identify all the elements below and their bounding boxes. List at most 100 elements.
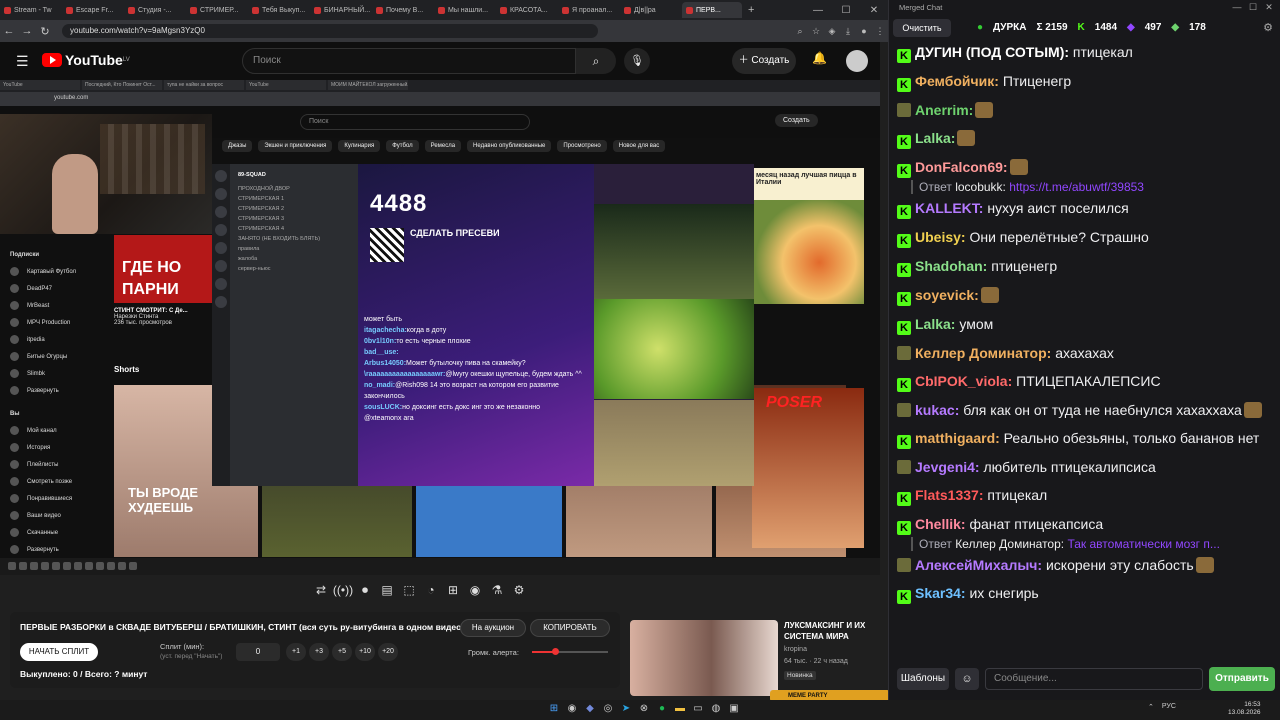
settings-icon[interactable]: ⚙ [1263,21,1273,34]
volume-slider[interactable] [532,648,608,655]
message-input[interactable]: Сообщение... [985,668,1203,690]
search-input[interactable]: Поиск [242,48,576,74]
url-field[interactable]: youtube.com/watch?v=9aMgsn3YzQ0 [62,24,598,38]
browser-tab[interactable]: Stream - Tw [0,2,60,18]
browser-tab[interactable]: Escape Fr... [62,2,122,18]
xbox-icon[interactable]: ⊗ [635,703,653,714]
emoji-button[interactable]: ☺ [955,668,979,690]
browser-tab[interactable]: Я проанал... [558,2,618,18]
chat-username[interactable]: ДУГИН (ПОД СОТЫМ): [915,44,1069,60]
increment-button[interactable]: +20 [378,643,398,661]
browser-tab[interactable]: Тебя Выкуп... [248,2,308,18]
avatar[interactable] [846,50,868,72]
recommended-title[interactable]: ЛУКСМАКСИНГ И ИХ СИСТЕМА МИРА [784,620,880,642]
chat-username[interactable]: Shadohan: [915,258,987,274]
start-split-button[interactable]: НАЧАТЬ СПЛИТ [20,643,98,661]
browser-tab[interactable]: БИНАРНЫЙ... [310,2,370,18]
reply-text[interactable]: Так автоматически мозг п... [1067,537,1219,551]
chat-username[interactable]: Flats1337: [915,487,983,503]
increment-button[interactable]: +5 [332,643,352,661]
maximize-icon[interactable]: ☐ [1245,2,1261,13]
broadcast-icon[interactable]: ((•)) [332,583,354,598]
increment-button[interactable]: +3 [309,643,329,661]
search-button[interactable]: ⌕ [576,48,616,74]
profile-icon[interactable]: ● [856,26,872,36]
copy-button[interactable]: КОПИРОВАТЬ [530,619,610,637]
chat-username[interactable]: Lalka: [915,130,955,146]
create-button[interactable]: ＋ Создать [732,48,796,74]
close-icon[interactable]: ✕ [860,5,888,16]
chrome-icon[interactable]: ◉ [563,703,581,714]
back-icon[interactable]: ← [0,25,18,37]
increment-button[interactable]: +10 [355,643,375,661]
bell-icon[interactable]: 🔔 [812,51,827,65]
gear-icon[interactable]: ⚙ [508,583,530,598]
increment-button[interactable]: +1 [286,643,306,661]
browser-tab[interactable]: Мы нашли... [434,2,494,18]
browser-tab[interactable]: ПЕРВ... [682,2,742,18]
maximize-icon[interactable]: ☐ [832,5,860,16]
auction-button[interactable]: На аукцион [460,619,526,637]
mic-button[interactable]: 🎙 [624,48,650,74]
minimize-icon[interactable]: — [804,5,832,16]
stream-video[interactable]: YouTube Последний, Кто Покинет Ост... тупа… [0,80,880,575]
recommended-video[interactable]: ЛУКСМАКСИНГ И ИХ СИСТЕМА МИРА kropina 64… [630,620,880,696]
obs-icon[interactable]: ◍ [707,703,725,714]
spotify-icon[interactable]: ● [653,703,671,714]
crop-icon[interactable]: ⬚ [398,583,420,598]
chat-username[interactable]: kukac: [915,402,959,418]
flask-icon[interactable]: ⚗ [486,583,508,598]
clear-button[interactable]: Очистить [893,19,951,37]
app-icon[interactable]: ▣ [725,703,743,714]
browser-tab[interactable]: Д|в||ра [620,2,680,18]
speed-icon[interactable]: ◔ [420,583,442,598]
chat-username[interactable]: CbIPOK_viola: [915,373,1012,389]
clapper-icon[interactable]: ▤ [376,583,398,598]
volume-knob[interactable] [551,648,559,655]
chat-username[interactable]: Ubeisy: [915,229,966,245]
chat-username[interactable]: soyevick: [915,287,979,303]
minimize-icon[interactable]: — [1229,2,1245,13]
chat-username[interactable]: matthigaard: [915,430,1000,446]
chat-username[interactable]: KALLEKT: [915,200,983,216]
explorer-icon[interactable]: ▬ [671,703,689,714]
youtube-logo[interactable]: YouTube LV [42,52,130,68]
extension-icon[interactable]: ◈ [824,26,840,37]
chat-username[interactable]: DonFalcon69: [915,159,1008,175]
browser-tab[interactable]: КРАСОТА... [496,2,556,18]
new-tab-icon[interactable]: + [748,4,754,16]
discord-icon[interactable]: ◆ [581,703,599,714]
chat-username[interactable]: Skar34: [915,585,966,601]
zoom-icon[interactable]: ⌕ [792,26,808,37]
windows-icon[interactable]: ⊞ [545,703,563,714]
chat-username[interactable]: Lalka: [915,316,955,332]
download-icon[interactable]: ⤓ [840,26,856,37]
menu-icon[interactable]: ⋮ [872,26,888,37]
templates-button[interactable]: Шаблоны [897,668,949,690]
chat-username[interactable]: Anerrim: [915,102,973,118]
telegram-icon[interactable]: ➤ [617,703,635,714]
hamburger-icon[interactable]: ☰ [16,53,29,70]
chat-username[interactable]: АлексейМихалыч: [915,557,1042,573]
tray-chevron-icon[interactable]: ⌃ [1148,703,1154,711]
chat-username[interactable]: Chellik: [915,516,966,532]
chat-username[interactable]: Jevgeni4: [915,459,980,475]
recommended-channel[interactable]: kropina [784,646,807,653]
clock[interactable]: 16:53 13.08.2026 [1228,701,1261,717]
chat-username[interactable]: Фембойчик: [915,73,999,89]
terminal-icon[interactable]: ▭ [689,703,707,714]
send-button[interactable]: Отправить [1209,667,1275,691]
reply-text[interactable]: https://t.me/abuwtf/39853 [1009,180,1144,194]
star-icon[interactable]: ☆ [808,26,824,37]
screenshot-icon[interactable]: ◉ [464,583,486,598]
forward-icon[interactable]: → [18,25,36,37]
repeat-icon[interactable]: ⇄ [310,583,332,598]
camera-record-icon[interactable]: ⏺ [354,583,376,598]
browser-tab[interactable]: Студия -... [124,2,184,18]
language-indicator[interactable]: РУС [1162,703,1176,711]
close-icon[interactable]: ✕ [1261,2,1277,13]
recommended-thumbnail[interactable] [630,620,778,696]
split-minutes-input[interactable]: 0 [236,643,280,661]
reload-icon[interactable]: ↻ [36,25,54,38]
chat-username[interactable]: Келлер Доминатор: [915,345,1051,361]
